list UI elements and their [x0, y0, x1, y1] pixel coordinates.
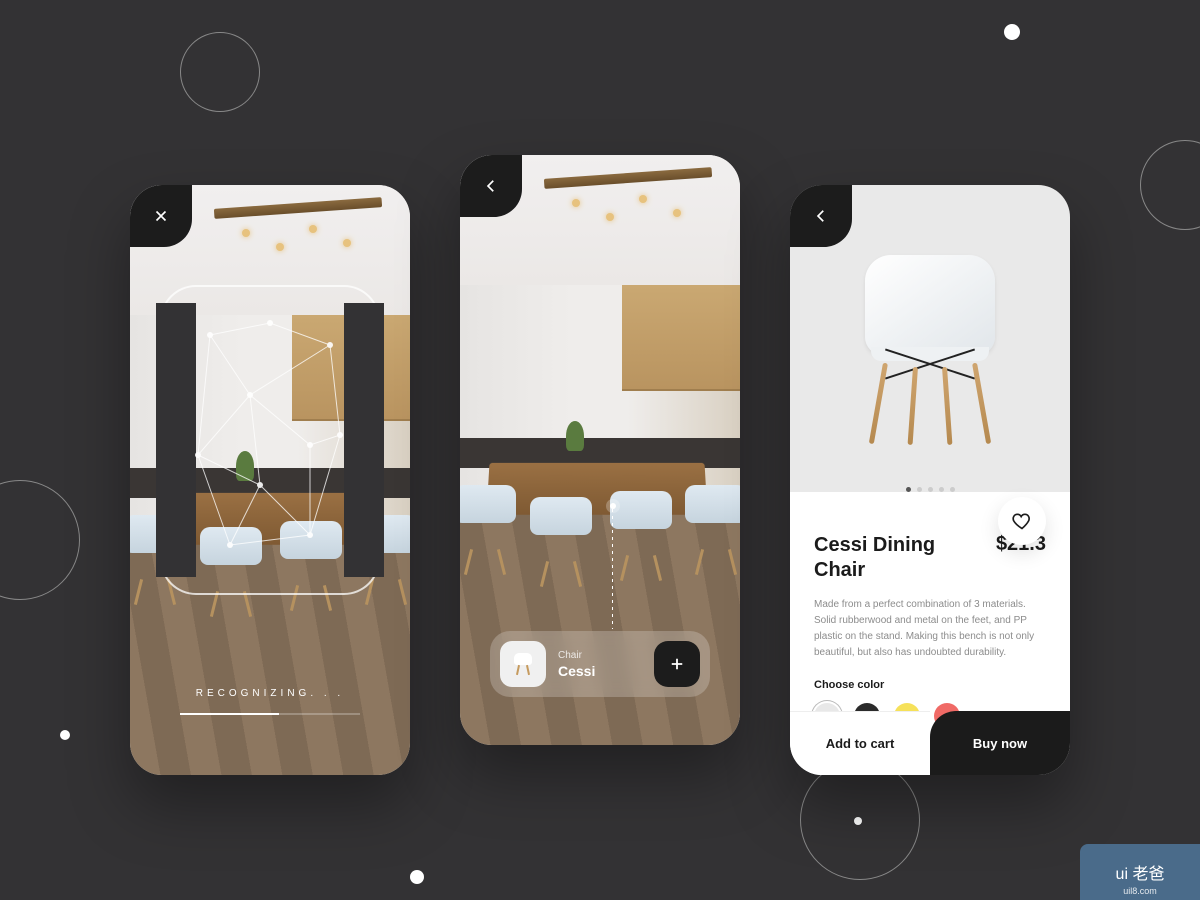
decorative-dot — [1004, 24, 1020, 40]
heart-icon — [1012, 511, 1032, 531]
favorite-button[interactable] — [998, 497, 1046, 545]
chevron-left-icon — [482, 177, 500, 195]
decorative-dot — [60, 730, 70, 740]
decorative-ring — [0, 480, 80, 600]
result-info: Chair Cessi — [558, 650, 642, 679]
chair-icon — [510, 651, 536, 677]
recognizing-label: RECOGNIZING. . . — [130, 688, 410, 699]
product-description: Made from a perfect combination of 3 mat… — [814, 597, 1046, 661]
scan-mesh — [190, 315, 350, 555]
design-canvas: RECOGNIZING. . . — [0, 0, 1200, 900]
add-to-cart-button[interactable]: Add to cart — [790, 711, 930, 775]
chair-illustration — [855, 255, 1005, 445]
choose-color-label: Choose color — [814, 679, 1046, 691]
screen-recognizing: RECOGNIZING. . . — [130, 185, 410, 775]
buy-now-button[interactable]: Buy now — [930, 711, 1070, 775]
recognition-result-card[interactable]: Chair Cessi — [490, 631, 710, 697]
product-details: Cessi Dining Chair $21.3 Made from a per… — [814, 533, 1046, 729]
cta-row: Add to cart Buy now — [790, 711, 1070, 775]
screen-product-detail: Cessi Dining Chair $21.3 Made from a per… — [790, 185, 1070, 775]
close-icon — [152, 207, 170, 225]
screen-result: Chair Cessi — [460, 155, 740, 745]
plus-icon — [668, 655, 686, 673]
ar-anchor-dot — [610, 503, 616, 509]
close-button[interactable] — [130, 185, 192, 247]
decorative-dot — [854, 817, 862, 825]
back-button[interactable] — [790, 185, 852, 247]
ar-connector-line — [612, 509, 613, 629]
decorative-dot — [410, 870, 424, 884]
result-name: Cessi — [558, 663, 642, 679]
watermark-url: uil8.com — [1123, 886, 1157, 896]
decorative-ring — [1140, 140, 1200, 230]
product-title: Cessi Dining Chair — [814, 533, 954, 583]
progress-bar — [180, 713, 360, 715]
image-pagination[interactable] — [790, 487, 1070, 492]
result-category: Chair — [558, 650, 642, 661]
add-button[interactable] — [654, 641, 700, 687]
product-image[interactable] — [790, 205, 1070, 495]
result-thumbnail — [500, 641, 546, 687]
recognizing-status: RECOGNIZING. . . — [130, 688, 410, 715]
watermark: ui 老爸 uil8.com — [1080, 844, 1200, 900]
chevron-left-icon — [812, 207, 830, 225]
decorative-ring — [180, 32, 260, 112]
watermark-brand: ui 老爸 — [1116, 860, 1165, 884]
back-button[interactable] — [460, 155, 522, 217]
